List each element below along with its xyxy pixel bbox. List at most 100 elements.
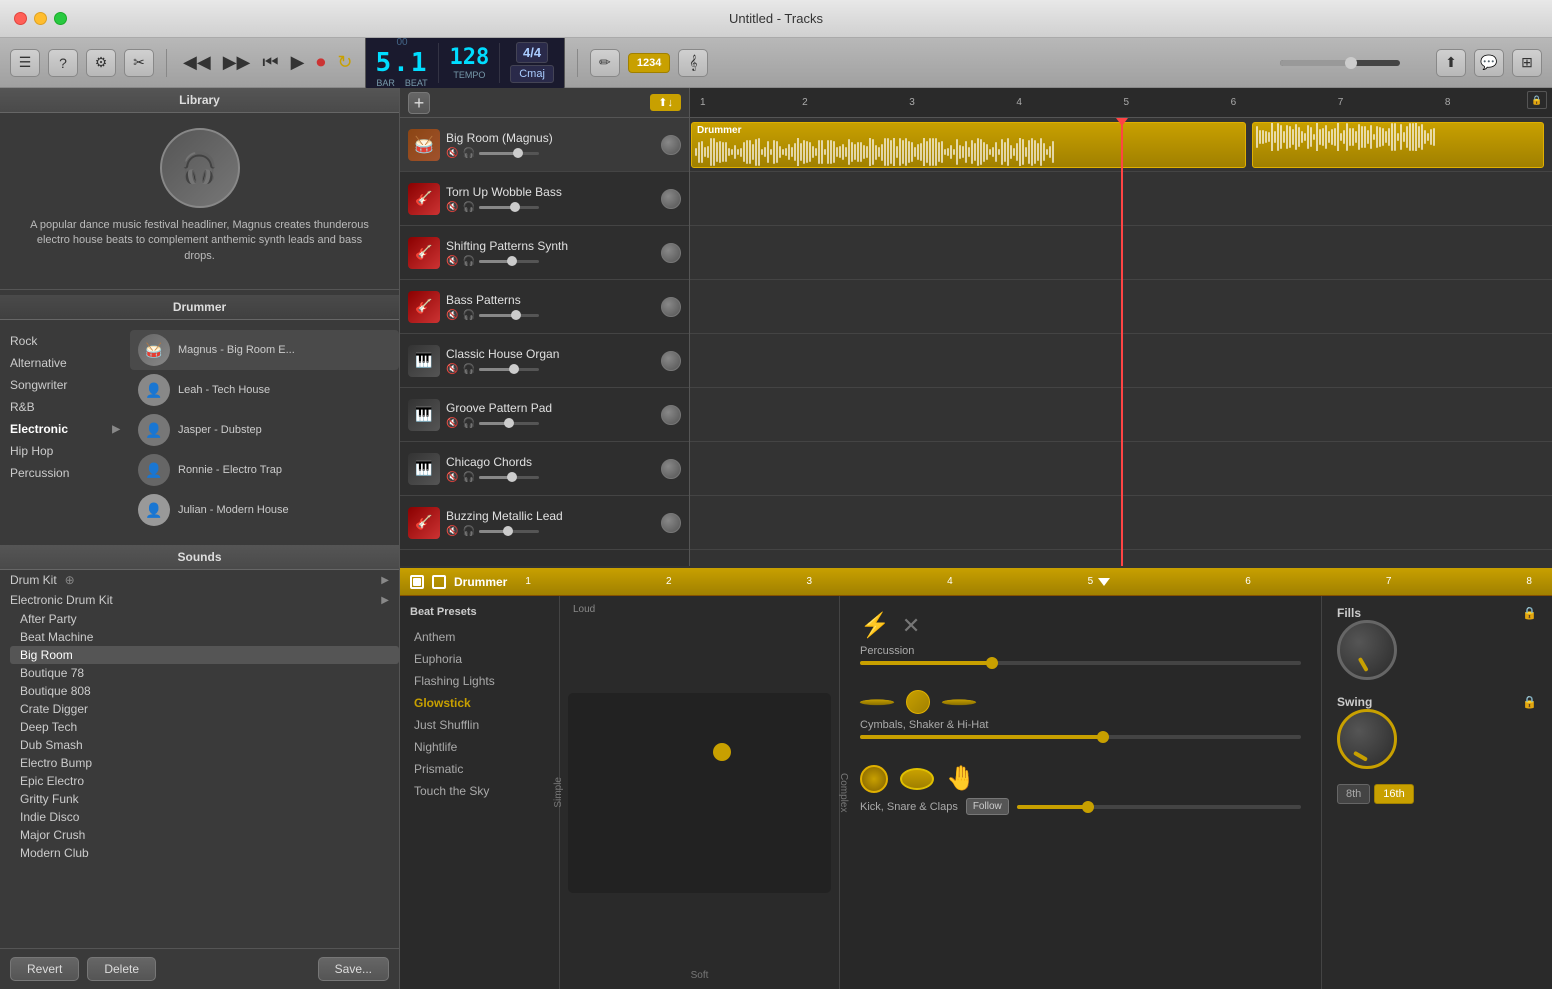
- volume-slider-2[interactable]: [479, 206, 539, 209]
- mute-btn-3[interactable]: 🔇: [446, 256, 458, 267]
- drummer-cat-electronic[interactable]: Electronic ▶: [0, 418, 130, 440]
- sound-indie-disco[interactable]: Indie Disco: [10, 808, 399, 826]
- track-row-wobble[interactable]: 🎸 Torn Up Wobble Bass 🔇 🎧: [400, 172, 689, 226]
- track-row-bigroom[interactable]: 🥁 Big Room (Magnus) 🔇 🎧: [400, 118, 689, 172]
- drum-pad-dot[interactable]: [713, 743, 731, 761]
- track-knob-6[interactable]: [661, 405, 681, 425]
- follow-button[interactable]: Follow: [966, 798, 1009, 815]
- track-row-groove[interactable]: 🎹 Groove Pattern Pad 🔇 🎧: [400, 388, 689, 442]
- sounds-cat-drumkit[interactable]: Drum Kit ⊕ ▶: [0, 570, 399, 590]
- volume-slider[interactable]: [479, 152, 539, 155]
- percussion-slider[interactable]: [860, 661, 1301, 665]
- sound-modern-club[interactable]: Modern Club: [10, 844, 399, 862]
- volume-slider-4[interactable]: [479, 314, 539, 317]
- drummer-region[interactable]: Drummer: [691, 122, 1246, 168]
- track-row-bass[interactable]: 🎸 Bass Patterns 🔇 🎧: [400, 280, 689, 334]
- preset-just-shufflin[interactable]: Just Shufflin: [400, 714, 559, 736]
- pencil-btn[interactable]: ✏: [590, 49, 620, 77]
- headphones-btn-4[interactable]: 🎧: [462, 310, 474, 321]
- track-row-organ[interactable]: 🎹 Classic House Organ 🔇 🎧: [400, 334, 689, 388]
- headphones-btn[interactable]: 🎧: [462, 148, 474, 159]
- sound-epic-electro[interactable]: Epic Electro: [10, 772, 399, 790]
- sound-major-crush[interactable]: Major Crush: [10, 826, 399, 844]
- track-row-buzzing[interactable]: 🎸 Buzzing Metallic Lead 🔇 🎧: [400, 496, 689, 550]
- sound-dub-smash[interactable]: Dub Smash: [10, 736, 399, 754]
- bit-8th-btn[interactable]: 8th: [1337, 784, 1370, 804]
- preset-glowstick[interactable]: Glowstick: [400, 692, 559, 714]
- track-row-shifting[interactable]: 🎸 Shifting Patterns Synth 🔇 🎧: [400, 226, 689, 280]
- library-btn[interactable]: ☰: [10, 49, 40, 77]
- headphones-btn-5[interactable]: 🎧: [462, 364, 474, 375]
- fills-knob[interactable]: [1337, 620, 1397, 680]
- headphones-btn-8[interactable]: 🎧: [462, 526, 474, 537]
- play-btn[interactable]: ▶: [287, 48, 309, 77]
- swing-knob[interactable]: [1337, 709, 1397, 769]
- mute-btn-4[interactable]: 🔇: [446, 310, 458, 321]
- close-button[interactable]: [14, 12, 27, 25]
- mute-btn-5[interactable]: 🔇: [446, 364, 458, 375]
- headphones-btn-3[interactable]: 🎧: [462, 256, 474, 267]
- tracks-mode-btn[interactable]: ⬆↓: [650, 94, 681, 111]
- mute-btn[interactable]: 🔇: [446, 148, 458, 159]
- save-button[interactable]: Save...: [318, 957, 389, 981]
- sound-after-party[interactable]: After Party: [10, 610, 399, 628]
- sound-deep-tech[interactable]: Deep Tech: [10, 718, 399, 736]
- drummer-cat-percussion[interactable]: Percussion: [0, 462, 130, 484]
- fills-lock-icon[interactable]: 🔒: [1522, 606, 1537, 620]
- drummer-preset-magnus[interactable]: 🥁 Magnus - Big Room E...: [130, 330, 399, 370]
- swing-lock-icon[interactable]: 🔒: [1522, 695, 1537, 709]
- maximize-button[interactable]: [54, 12, 67, 25]
- mute-btn-7[interactable]: 🔇: [446, 472, 458, 483]
- sound-big-room[interactable]: Big Room: [10, 646, 399, 664]
- preset-touch-the-sky[interactable]: Touch the Sky: [400, 780, 559, 802]
- rewind-btn[interactable]: ◀◀: [179, 48, 215, 77]
- preset-flashing-lights[interactable]: Flashing Lights: [400, 670, 559, 692]
- sounds-cat-electronic[interactable]: Electronic Drum Kit ▶: [0, 590, 399, 610]
- drummer-preset-leah[interactable]: 👤 Leah - Tech House: [130, 370, 399, 410]
- drummer-preset-jasper[interactable]: 👤 Jasper - Dubstep: [130, 410, 399, 450]
- volume-slider-7[interactable]: [479, 476, 539, 479]
- headphones-btn-7[interactable]: 🎧: [462, 472, 474, 483]
- preset-anthem[interactable]: Anthem: [400, 626, 559, 648]
- sound-boutique-808[interactable]: Boutique 808: [10, 682, 399, 700]
- volume-slider-5[interactable]: [479, 368, 539, 371]
- sound-crate-digger[interactable]: Crate Digger: [10, 700, 399, 718]
- smart-controls-btn[interactable]: 1234: [628, 53, 670, 73]
- headphones-btn-6[interactable]: 🎧: [462, 418, 474, 429]
- cymbals-slider[interactable]: [860, 735, 1301, 739]
- preset-prismatic[interactable]: Prismatic: [400, 758, 559, 780]
- drummer-cat-alternative[interactable]: Alternative: [0, 352, 130, 374]
- drum-pad-grid[interactable]: [568, 693, 831, 893]
- track-knob-8[interactable]: [661, 513, 681, 533]
- kick-snare-slider[interactable]: [1017, 805, 1301, 809]
- cycle-btn[interactable]: ↻: [333, 48, 356, 77]
- time-sig-display[interactable]: 4/4 Cmaj: [510, 42, 554, 83]
- share-btn[interactable]: ⬆: [1436, 49, 1466, 77]
- settings-btn[interactable]: ⚙: [86, 49, 116, 77]
- track-knob-5[interactable]: [661, 351, 681, 371]
- mute-btn-6[interactable]: 🔇: [446, 418, 458, 429]
- chat-btn[interactable]: 💬: [1474, 49, 1504, 77]
- grid-btn[interactable]: ⊞: [1512, 49, 1542, 77]
- fastfwd-btn[interactable]: ▶▶: [219, 48, 255, 77]
- record-btn[interactable]: ⏺: [312, 48, 329, 77]
- track-knob-7[interactable]: [661, 459, 681, 479]
- drummer-cat-rnb[interactable]: R&B: [0, 396, 130, 418]
- volume-slider-6[interactable]: [479, 422, 539, 425]
- revert-button[interactable]: Revert: [10, 957, 79, 981]
- drummer-preset-ronnie[interactable]: 👤 Ronnie - Electro Trap: [130, 450, 399, 490]
- add-track-btn[interactable]: +: [408, 92, 430, 114]
- scissors-btn[interactable]: ✂: [124, 49, 154, 77]
- track-knob-3[interactable]: [661, 243, 681, 263]
- track-knob-4[interactable]: [661, 297, 681, 317]
- track-knob[interactable]: [661, 135, 681, 155]
- drummer-cat-hiphop[interactable]: Hip Hop: [0, 440, 130, 462]
- volume-slider-8[interactable]: [479, 530, 539, 533]
- drummer-region-2[interactable]: [1252, 122, 1544, 168]
- volume-slider-3[interactable]: [479, 260, 539, 263]
- mute-btn-8[interactable]: 🔇: [446, 526, 458, 537]
- sound-beat-machine[interactable]: Beat Machine: [10, 628, 399, 646]
- help-btn[interactable]: ?: [48, 49, 78, 77]
- skip-back-btn[interactable]: ⏮: [258, 48, 282, 77]
- minimize-button[interactable]: [34, 12, 47, 25]
